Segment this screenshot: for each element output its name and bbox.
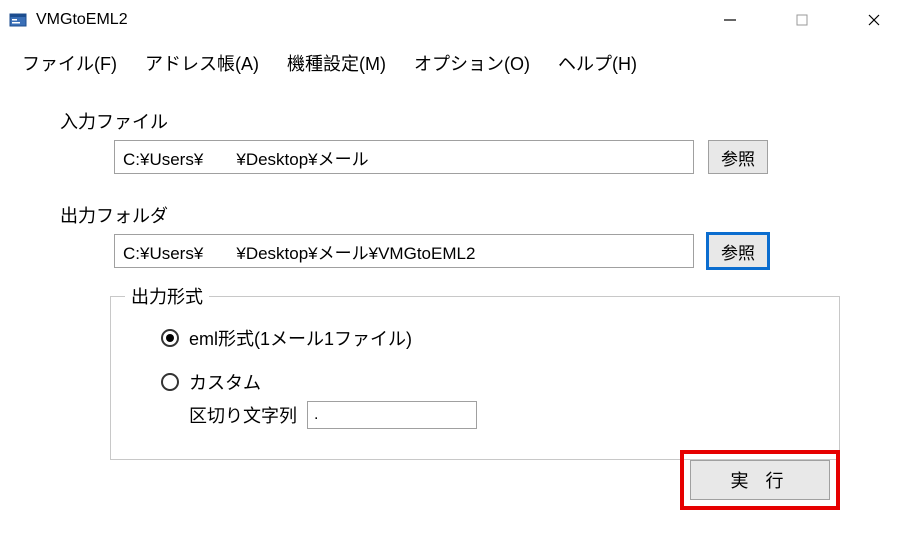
titlebar: VMGtoEML2 [0,0,910,40]
input-file-field[interactable] [114,140,694,174]
input-file-label: 入力ファイル [60,108,850,134]
radio-eml-label: eml形式(1メール1ファイル) [189,325,412,351]
menubar: ファイル(F) アドレス帳(A) 機種設定(M) オプション(O) ヘルプ(H) [0,40,910,88]
app-icon [8,10,28,30]
menu-addressbook[interactable]: アドレス帳(A) [145,50,259,76]
output-folder-label: 出力フォルダ [60,202,850,228]
menu-options[interactable]: オプション(O) [414,50,530,76]
radio-eml[interactable] [161,329,179,347]
content-area: 入力ファイル 参照 出力フォルダ 参照 出力形式 eml形式(1メール1ファイル… [0,88,910,480]
input-file-section: 入力ファイル 参照 [60,108,850,174]
delimiter-input[interactable] [307,401,477,429]
menu-device-settings[interactable]: 機種設定(M) [287,50,386,76]
delimiter-label: 区切り文字列 [189,402,297,428]
radio-eml-row[interactable]: eml形式(1メール1ファイル) [161,325,809,351]
menu-file[interactable]: ファイル(F) [22,50,117,76]
minimize-button[interactable] [694,0,766,40]
execute-button[interactable]: 実 行 [690,460,830,500]
radio-custom-row[interactable]: カスタム [161,369,809,395]
window-controls [694,0,910,40]
window-title: VMGtoEML2 [36,11,128,29]
delimiter-row: 区切り文字列 [189,401,809,429]
radio-custom-label: カスタム [189,369,261,395]
close-button[interactable] [838,0,910,40]
output-folder-section: 出力フォルダ 参照 [60,202,850,268]
execute-highlight-box: 実 行 [680,450,840,510]
output-format-group: 出力形式 eml形式(1メール1ファイル) カスタム 区切り文字列 [110,296,840,460]
radio-custom[interactable] [161,373,179,391]
menu-help[interactable]: ヘルプ(H) [558,50,637,76]
output-format-legend: 出力形式 [125,283,209,309]
output-folder-field[interactable] [114,234,694,268]
output-folder-browse-button[interactable]: 参照 [708,234,768,268]
maximize-button[interactable] [766,0,838,40]
input-file-browse-button[interactable]: 参照 [708,140,768,174]
